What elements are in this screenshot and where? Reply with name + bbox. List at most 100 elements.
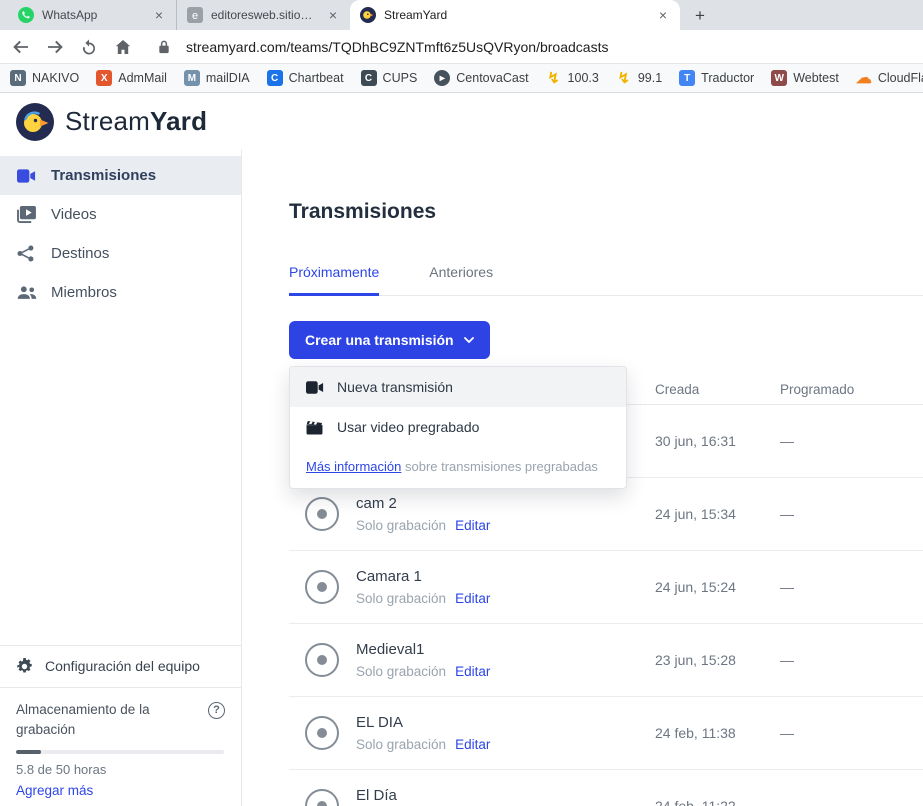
forward-icon[interactable]: [46, 38, 64, 56]
table-row[interactable]: EL DIA Solo grabaciónEditar 24 feb, 11:3…: [289, 697, 923, 770]
bookmark-label: Webtest: [793, 71, 839, 85]
bookmark-chartbeat[interactable]: Chartbeat: [267, 70, 344, 86]
browser-tab-strip: WhatsApp × e editoresweb.sitioweb:eldia.…: [0, 0, 923, 30]
cups-icon: [361, 70, 377, 86]
close-icon[interactable]: ×: [152, 7, 166, 23]
tab-whatsapp[interactable]: WhatsApp ×: [8, 0, 176, 30]
reload-icon[interactable]: [80, 38, 98, 56]
bookmark-cloudflare[interactable]: CloudFlare: [856, 70, 923, 86]
team-settings-button[interactable]: Configuración del equipo: [0, 645, 241, 687]
tab-title: WhatsApp: [42, 8, 144, 22]
tab-anteriores[interactable]: Anteriores: [429, 264, 493, 295]
table-row[interactable]: El Día Solo grabaciónEditar 24 feb, 11:2…: [289, 770, 923, 806]
bookmark-admmail[interactable]: AdmMail: [96, 70, 167, 86]
broadcast-type: Solo grabación: [356, 664, 446, 679]
edit-link[interactable]: Editar: [455, 737, 490, 752]
app-body: Transmisiones Videos Destinos Miembros: [0, 150, 923, 806]
sidebar-item-destinos[interactable]: Destinos: [0, 234, 241, 273]
bookmark-maildia[interactable]: mailDIA: [184, 70, 250, 86]
bookmark-label: mailDIA: [206, 71, 250, 85]
broadcast-type: Solo grabación: [356, 591, 446, 606]
broadcast-cell: Camara 1 Solo grabación Editar: [289, 568, 645, 606]
webtest-icon: [771, 70, 787, 86]
broadcast-name: Camara 1: [356, 568, 490, 585]
storage-usage: 5.8 de 50 horas: [16, 762, 225, 777]
sidebar-item-miembros[interactable]: Miembros: [0, 273, 241, 312]
close-icon[interactable]: ×: [656, 7, 670, 23]
new-tab-button[interactable]: +: [686, 2, 714, 30]
bookmark-label: CloudFlare: [878, 71, 923, 85]
broadcast-name: EL DIA: [356, 714, 490, 731]
bookmark-traductor[interactable]: Traductor: [679, 70, 754, 86]
maildia-icon: [184, 70, 200, 86]
sidebar-item-label: Destinos: [51, 245, 109, 262]
tab-title: editoresweb.sitioweb:eldia.co: [211, 8, 318, 22]
created-date: 30 jun, 16:31: [645, 433, 770, 449]
created-date: 24 feb, 11:22: [645, 798, 770, 806]
broadcast-name: El Día: [356, 787, 490, 804]
broadcast-cell: EL DIA Solo grabación Editar: [289, 714, 645, 752]
sidebar-item-transmisiones[interactable]: Transmisiones: [0, 156, 241, 195]
record-icon: [305, 643, 339, 677]
create-broadcast-menu: Nueva transmisión Usar video pregrabado …: [289, 366, 627, 489]
scheduled-date: —: [770, 506, 923, 522]
admmail-icon: [96, 70, 112, 86]
create-broadcast-button[interactable]: Crear una transmisión: [289, 321, 490, 359]
bookmark-webtest[interactable]: Webtest: [771, 70, 839, 86]
bookmarks-bar: NAKIVO AdmMail mailDIA Chartbeat CUPS Ce…: [0, 64, 923, 93]
tab-editoresweb[interactable]: e editoresweb.sitioweb:eldia.co ×: [176, 0, 350, 30]
menu-info-row: Más información sobre transmisiones preg…: [290, 447, 626, 488]
team-settings-label: Configuración del equipo: [45, 658, 200, 674]
edit-link[interactable]: Editar: [455, 591, 490, 606]
edit-link[interactable]: Editar: [455, 518, 490, 533]
brand-wordmark: StreamYard: [65, 106, 207, 137]
storage-progress-fill: [16, 750, 41, 754]
broadcast-name: Medieval1: [356, 641, 490, 658]
scheduled-date: —: [770, 652, 923, 668]
svg-text:e: e: [192, 10, 198, 22]
record-icon: [305, 789, 339, 806]
bookmark-99-1[interactable]: 99.1: [616, 70, 662, 86]
brand-bold: Yard: [150, 106, 207, 136]
home-icon[interactable]: [114, 38, 132, 56]
bookmark-cups[interactable]: CUPS: [361, 70, 418, 86]
lock-icon[interactable]: [158, 39, 170, 54]
broadcast-type: Solo grabación: [356, 737, 446, 752]
streamyard-logo-icon[interactable]: [16, 103, 54, 141]
menu-item-prerecorded[interactable]: Usar video pregrabado: [290, 407, 626, 447]
add-more-link[interactable]: Agregar más: [16, 783, 225, 798]
create-broadcast-wrapper: Crear una transmisión Nueva transmisión: [289, 321, 490, 359]
bolt-icon: [546, 70, 562, 86]
people-icon: [17, 284, 37, 302]
table-row[interactable]: Camara 1 Solo grabaciónEditar 24 jun, 15…: [289, 551, 923, 624]
edit-link[interactable]: Editar: [455, 664, 490, 679]
tab-proximamente[interactable]: Próximamente: [289, 264, 379, 296]
centovacast-icon: [434, 70, 450, 86]
translate-icon: [679, 70, 695, 86]
page-title: Transmisiones: [289, 200, 923, 224]
tab-streamyard[interactable]: StreamYard ×: [350, 0, 680, 30]
scheduled-date: —: [770, 433, 923, 449]
menu-item-label: Usar video pregrabado: [337, 419, 479, 435]
sidebar-item-videos[interactable]: Videos: [0, 195, 241, 234]
broadcast-cell: Medieval1 Solo grabación Editar: [289, 641, 645, 679]
help-icon[interactable]: ?: [208, 702, 225, 719]
close-icon[interactable]: ×: [326, 7, 340, 23]
clapperboard-icon: [306, 420, 324, 435]
column-created: Creada: [645, 382, 770, 397]
record-icon: [305, 497, 339, 531]
column-programado: Programado: [770, 382, 923, 397]
bookmark-centovacast[interactable]: CentovaCast: [434, 70, 528, 86]
storage-panel: Almacenamiento de la grabación ? 5.8 de …: [0, 687, 241, 806]
table-row[interactable]: Medieval1 Solo grabaciónEditar 23 jun, 1…: [289, 624, 923, 697]
bookmark-nakivo[interactable]: NAKIVO: [10, 70, 79, 86]
back-icon[interactable]: [12, 38, 30, 56]
bookmark-100-3[interactable]: 100.3: [546, 70, 599, 86]
address-bar[interactable]: streamyard.com/teams/TQDhBC9ZNTmft6z5UsQ…: [186, 39, 608, 55]
scheduled-date: —: [770, 579, 923, 595]
app-header: StreamYard: [0, 93, 923, 150]
more-info-link[interactable]: Más información: [306, 459, 401, 474]
broadcast-type: Solo grabación: [356, 518, 446, 533]
menu-item-new-broadcast[interactable]: Nueva transmisión: [290, 367, 626, 407]
browser-window: WhatsApp × e editoresweb.sitioweb:eldia.…: [0, 0, 923, 806]
